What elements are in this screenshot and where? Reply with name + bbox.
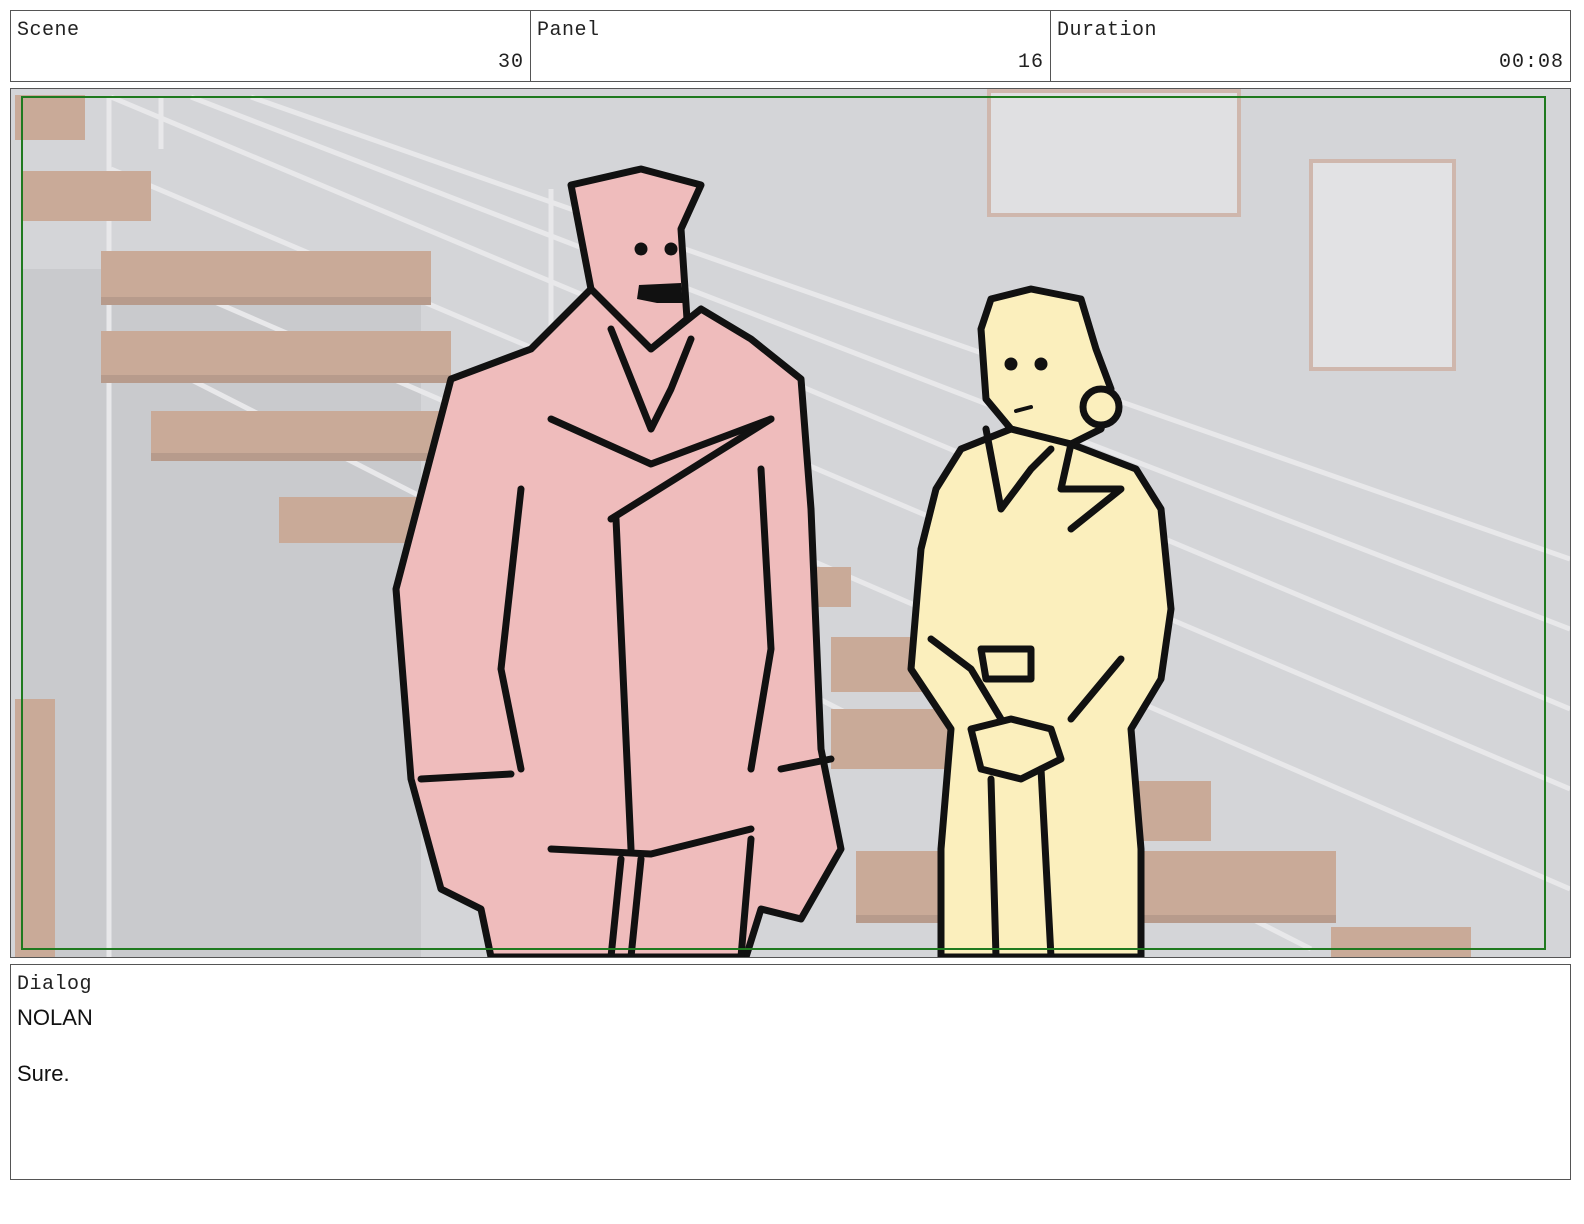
dialog-character-name: NOLAN (17, 1005, 93, 1030)
dialog-box: Dialog NOLAN Sure. (10, 964, 1571, 1180)
dialog-line: Sure. (17, 1061, 70, 1086)
panel-drawing (11, 89, 1570, 957)
panel-label: Panel (537, 19, 600, 42)
panel-number: 16 (1017, 51, 1044, 74)
scene-number: 30 (497, 51, 524, 74)
wall-picture-frame (987, 89, 1241, 217)
duration-value: 00:08 (1498, 51, 1564, 74)
scene-cell: Scene 30 (11, 11, 531, 81)
wall-picture-frame (1309, 159, 1456, 371)
dialog-label: Dialog (17, 973, 93, 996)
panel-cell: Panel 16 (531, 11, 1051, 81)
duration-cell: Duration 00:08 (1051, 11, 1570, 81)
scene-label: Scene (17, 19, 80, 42)
panel-header: Scene 30 Panel 16 Duration 00:08 (10, 10, 1571, 82)
storyboard-frame (10, 88, 1571, 958)
duration-label: Duration (1057, 19, 1158, 42)
